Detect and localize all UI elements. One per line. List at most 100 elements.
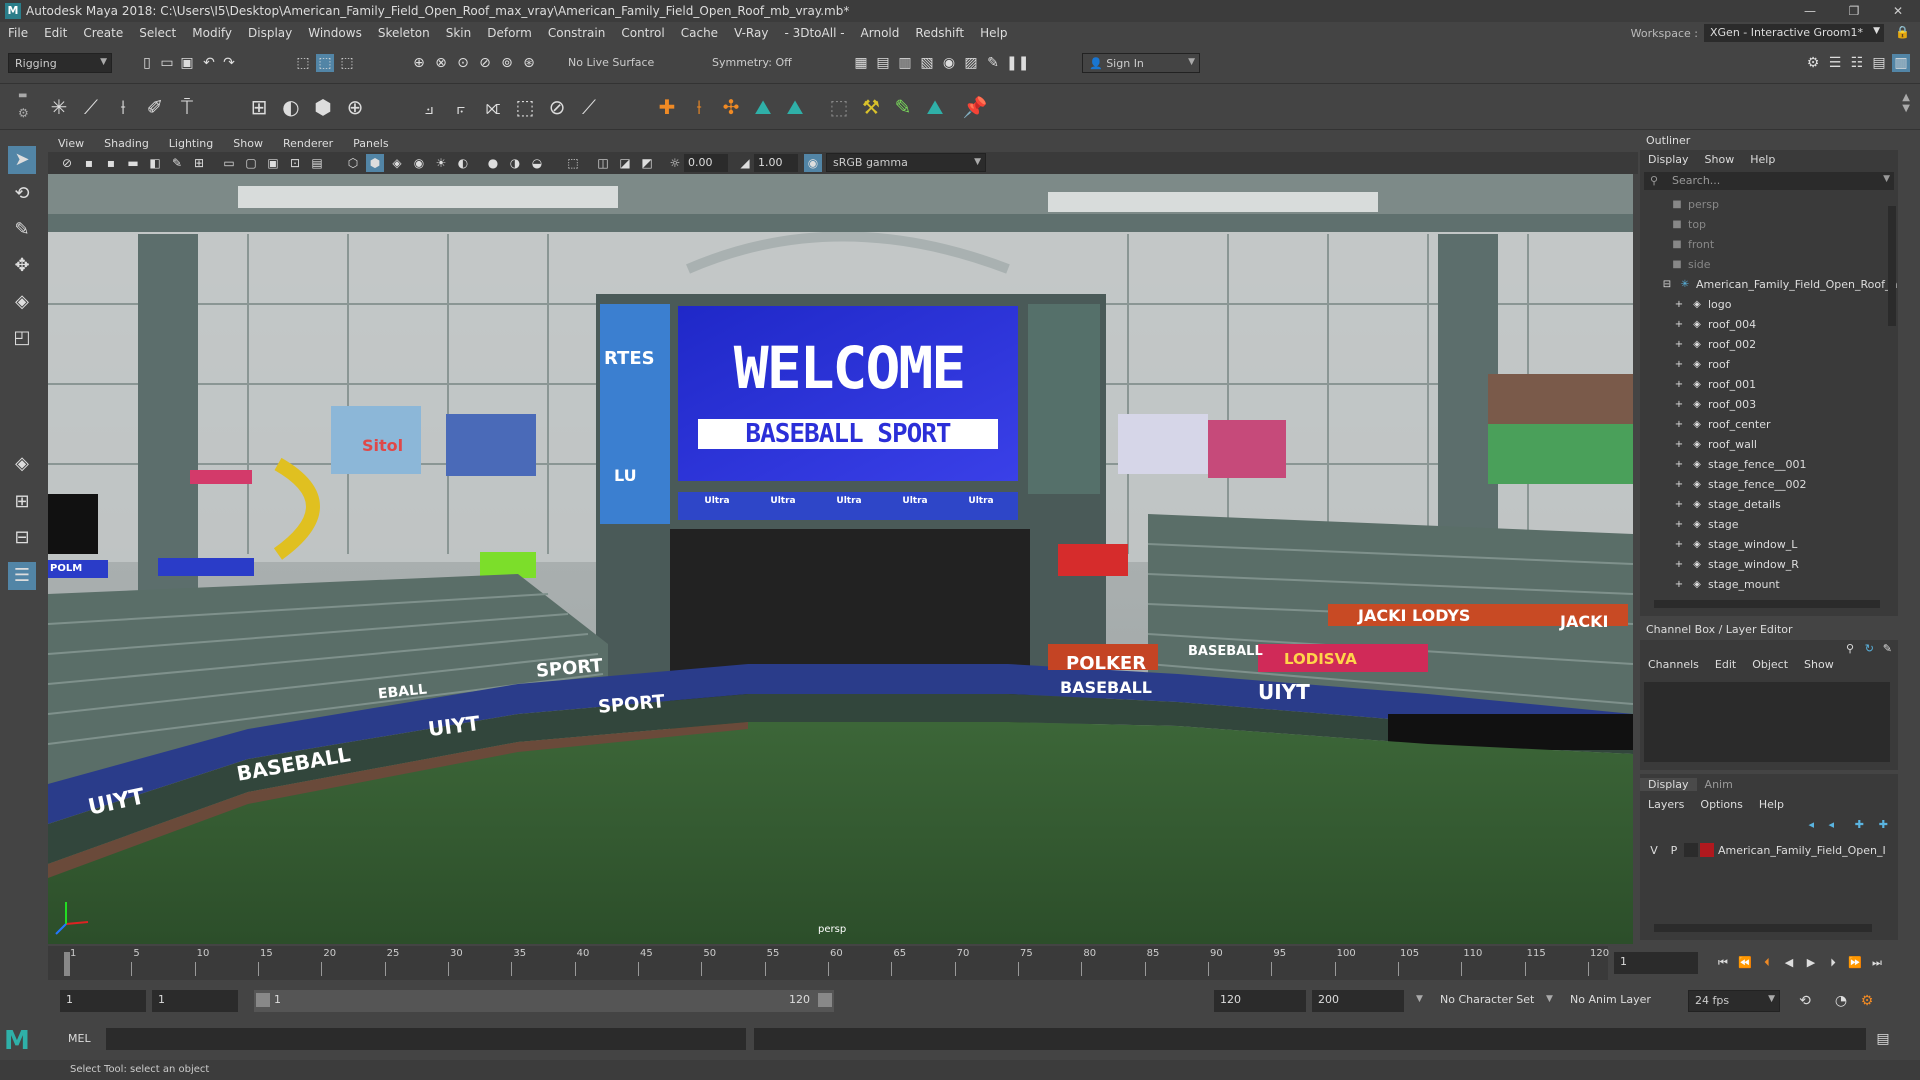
four-view-icon[interactable]: ⊞ [8,488,36,516]
tab-display[interactable]: Display [1640,777,1697,791]
range-handle-right[interactable] [818,993,832,1007]
channel-box-refresh-icon[interactable]: ↻ [1865,642,1874,655]
open-scene-icon[interactable]: ▭ [158,54,176,72]
range-handle-left[interactable] [256,993,270,1007]
snap-view-icon[interactable]: ⊘ [476,54,494,72]
expand-icon[interactable]: + [1672,579,1686,590]
outliner-item-persp[interactable]: ■ persp [1660,194,1898,214]
outliner-item-stage-window-r[interactable]: + ◈ stage_window_R [1660,554,1898,574]
snap-point-icon[interactable]: ⊙ [454,54,472,72]
channel-box-option-icon[interactable]: ⚲ [1846,642,1854,655]
layer-display-type[interactable] [1684,843,1698,857]
animation-prefs-icon[interactable]: ⚙ [1858,992,1876,1010]
symmetry-dropdown[interactable]: Symmetry: Off [706,53,806,73]
film-gate-icon[interactable]: ▭ [220,154,238,172]
expand-icon[interactable]: + [1672,359,1686,370]
gate-mask-icon[interactable]: ▣ [264,154,282,172]
render-settings-icon[interactable]: ▧ [918,54,936,72]
wireframe-icon[interactable]: ⬡ [344,154,362,172]
point-constraint-icon[interactable]: ⟔ [448,94,474,120]
outliner-item-front[interactable]: ■ front [1660,234,1898,254]
shelf-menu-icon[interactable]: ▬ [18,90,27,101]
bind-skin-icon[interactable]: ⊞ [246,94,272,120]
expand-icon[interactable]: + [1672,299,1686,310]
textured-icon[interactable]: ◉ [410,154,428,172]
viewport-menu-panels[interactable]: Panels [343,137,398,150]
chevron-down-icon[interactable]: ▼ [1416,994,1423,1004]
outliner-toggle-icon[interactable]: ▥ [1892,54,1910,72]
channel-box-menu-object[interactable]: Object [1744,658,1796,671]
exposure-icon[interactable]: ☼ [666,154,684,172]
menu-create[interactable]: Create [75,26,131,40]
menu-skeleton[interactable]: Skeleton [370,26,438,40]
select-hierarchy-icon[interactable]: ⬚ [294,54,312,72]
new-layer-selected-icon[interactable]: ✚ [1879,818,1888,831]
menu-constrain[interactable]: Constrain [540,26,614,40]
modeling-toolkit-icon[interactable]: ⚙ [1804,54,1822,72]
shelf-settings-icon[interactable]: ⚙ [18,106,29,120]
expand-icon[interactable]: + [1672,479,1686,490]
xray-icon[interactable]: ◫ [594,154,612,172]
play-forwards-icon[interactable]: ▶ [1802,954,1820,972]
minimize-button[interactable]: — [1788,0,1832,22]
select-tool-icon[interactable]: ➤ [8,146,36,174]
gamma-icon[interactable]: ◢ [736,154,754,172]
isolate-select-icon[interactable]: ⬚ [564,154,582,172]
skeleton-orange-icon[interactable]: ✣ [718,94,744,120]
resolution-gate-icon[interactable]: ▢ [242,154,260,172]
viewport-menu-renderer[interactable]: Renderer [273,137,343,150]
scale-constraint-icon[interactable]: ⬚ [512,94,538,120]
go-to-end-icon[interactable]: ⏭ [1868,954,1886,972]
layer-row[interactable]: V P American_Family_Field_Open_I [1644,840,1890,860]
ambient-occlusion-icon[interactable]: ● [484,154,502,172]
paint-weights-icon[interactable]: ⚒ [858,94,884,120]
new-layer-icon[interactable]: ✚ [1855,818,1864,831]
colorspace-dropdown[interactable]: sRGB gamma ▼ [826,153,986,172]
hik-icon[interactable]: ⛰ [750,94,776,120]
outliner-item-stage-fence-002[interactable]: + ◈ stage_fence__002 [1660,474,1898,494]
expand-icon[interactable]: + [1672,399,1686,410]
playback-start-field[interactable]: 1 [152,990,238,1012]
menu-deform[interactable]: Deform [479,26,540,40]
lattice-icon[interactable]: ⬢ [310,94,336,120]
step-back-key-icon[interactable]: ⏪ [1736,954,1754,972]
grid-icon[interactable]: ⊞ [190,154,208,172]
camera-attributes-icon[interactable]: ▪ [80,154,98,172]
redo-icon[interactable]: ↷ [220,54,238,72]
scale-tool-icon[interactable]: ◰ [8,324,36,352]
step-back-frame-icon[interactable]: ⏴ [1758,954,1776,972]
joint-tool-icon[interactable]: ✳ [46,94,72,120]
vray-ipr-icon[interactable]: ✎ [984,54,1002,72]
image-plane-icon[interactable]: ▬ [124,154,142,172]
expand-icon[interactable]: + [1672,539,1686,550]
outliner-item-stage-window-l[interactable]: + ◈ stage_window_L [1660,534,1898,554]
outliner-search-input[interactable]: ⚲ Search... ▼ [1644,172,1894,190]
outliner-item-stage-fence-001[interactable]: + ◈ stage_fence__001 [1660,454,1898,474]
snap-vertex-icon[interactable]: ⊛ [520,54,538,72]
expand-icon[interactable]: + [1672,319,1686,330]
render-icon[interactable]: ▦ [852,54,870,72]
grease-pencil-icon[interactable]: ✎ [168,154,186,172]
mel-input[interactable] [106,1028,746,1050]
current-frame-field[interactable]: 1 [1614,952,1698,974]
tool-settings-icon[interactable]: ☷ [1848,54,1866,72]
pause-icon[interactable]: ❚❚ [1006,54,1029,72]
menu-edit[interactable]: Edit [36,26,75,40]
layer-menu-help[interactable]: Help [1751,798,1792,811]
mel-label[interactable]: MEL [68,1032,91,1045]
viewport-menu-view[interactable]: View [48,137,94,150]
mirror-joint-icon[interactable]: ✐ [142,94,168,120]
outliner-item-stage[interactable]: + ◈ stage [1660,514,1898,534]
locator-icon[interactable]: ✚ [654,94,680,120]
layer-visibility-toggle[interactable]: V [1644,844,1664,857]
layer-editor-scrollbar[interactable] [1654,924,1872,932]
start-time-field[interactable]: 1 [60,990,146,1012]
camera-select-icon[interactable]: ⊘ [58,154,76,172]
current-time-indicator[interactable] [64,952,70,976]
layer-playback-toggle[interactable]: P [1664,844,1684,857]
use-lights-icon[interactable]: ☀ [432,154,450,172]
expand-icon[interactable]: + [1672,459,1686,470]
menu-arnold[interactable]: Arnold [853,26,908,40]
layer-menu-options[interactable]: Options [1692,798,1750,811]
pole-vector-icon[interactable]: ⟋ [576,94,602,120]
